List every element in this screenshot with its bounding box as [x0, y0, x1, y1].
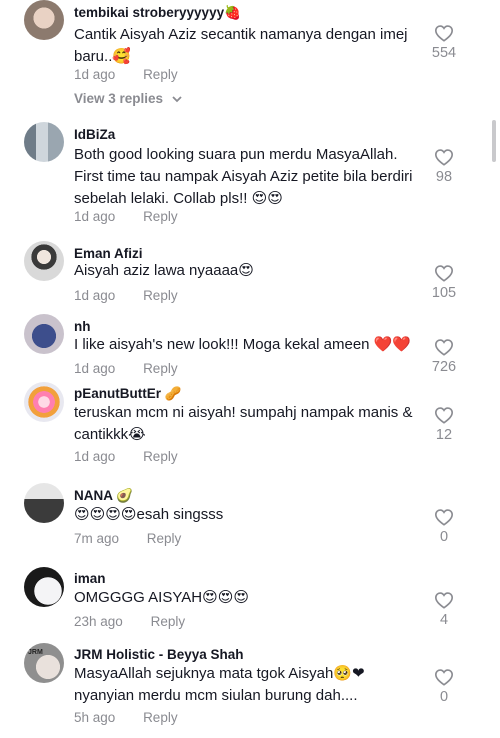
avatar[interactable] — [24, 567, 64, 607]
reply-button[interactable]: Reply — [143, 288, 178, 303]
comment-time: 1d ago — [74, 361, 116, 376]
avatar[interactable] — [24, 0, 64, 40]
comment-username[interactable]: IdBiZa — [74, 127, 115, 142]
comment-text-line: First time tau nampak Aisyah Aziz petite… — [74, 168, 413, 185]
heart-icon — [434, 339, 454, 356]
comment-text-line: baru..🥰 — [74, 48, 132, 65]
comment-username[interactable]: JRM Holistic - Beyya Shah — [74, 647, 244, 662]
like-count: 0 — [439, 529, 449, 545]
avatar[interactable] — [24, 382, 64, 422]
comment-text-line: Aisyah aziz lawa nyaaaa😍 — [74, 262, 254, 279]
comment-text: MasyaAllah sejuknya mata tgok Aisyah🥺❤ n… — [74, 663, 424, 707]
comment-time: 1d ago — [74, 449, 116, 464]
like-button[interactable]: 554 — [424, 24, 464, 61]
comment-text: I like aisyah's new look!!! Moga kekal a… — [74, 334, 424, 356]
comment-username[interactable]: NANA 🥑 — [74, 488, 133, 504]
like-count: 726 — [431, 359, 457, 375]
comment-time: 1d ago — [74, 209, 116, 224]
reply-button[interactable]: Reply — [143, 449, 178, 464]
heart-icon — [434, 592, 454, 609]
comment-text-line: 😍😍😍😍esah singsss — [74, 506, 224, 523]
comment-username[interactable]: Eman Afizi — [74, 246, 143, 261]
avatar-badge-text: JRM — [28, 649, 43, 656]
comment-text-line: MasyaAllah sejuknya mata tgok Aisyah🥺❤ — [74, 665, 365, 682]
comment-time: 1d ago — [74, 288, 116, 303]
like-count: 105 — [431, 285, 457, 301]
like-button[interactable]: 12 — [424, 406, 464, 443]
like-button[interactable]: 0 — [424, 668, 464, 705]
reply-button[interactable]: Reply — [143, 209, 178, 224]
heart-icon — [434, 509, 454, 526]
reply-button[interactable]: Reply — [143, 710, 178, 725]
avatar[interactable] — [24, 122, 64, 162]
heart-icon — [434, 669, 454, 686]
comment-text-line: OMGGGG AISYAH😍😍😍 — [74, 589, 249, 606]
chevron-down-icon — [172, 96, 182, 103]
comment-text: teruskan mcm ni aisyah! sumpahj nampak m… — [74, 402, 424, 446]
heart-icon — [434, 25, 454, 42]
comment-meta: 1d ago Reply — [74, 67, 178, 82]
like-count: 98 — [435, 169, 453, 185]
comment-username[interactable]: tembikai stroberyyyyyy🍓 — [74, 5, 241, 21]
comment-text-line: I like aisyah's new look!!! Moga kekal a… — [74, 336, 412, 353]
heart-icon — [434, 265, 454, 282]
comment-text: Aisyah aziz lawa nyaaaa😍 — [74, 260, 424, 282]
like-button[interactable]: 105 — [424, 264, 464, 301]
like-count: 554 — [431, 45, 457, 61]
comment-text-line: sebelah lelaki. Collab pls!! 😍😍 — [74, 190, 283, 207]
avatar[interactable]: JRM — [24, 643, 64, 683]
comment-text-line: Both good looking suara pun merdu MasyaA… — [74, 146, 398, 163]
like-count: 4 — [439, 612, 449, 628]
comment-text-line: cantikkk😭 — [74, 426, 146, 443]
avatar[interactable] — [24, 314, 64, 354]
like-count: 12 — [435, 427, 453, 443]
comment-time: 1d ago — [74, 67, 116, 82]
comment-meta: 5h ago Reply — [74, 710, 178, 725]
comment-text-line: nyanyian merdu mcm siulan burung dah.... — [74, 687, 358, 704]
like-button[interactable]: 4 — [424, 591, 464, 628]
comment-text-line: teruskan mcm ni aisyah! sumpahj nampak m… — [74, 404, 413, 421]
comment-text: 😍😍😍😍esah singsss — [74, 504, 424, 526]
scrollbar[interactable] — [492, 120, 496, 162]
reply-button[interactable]: Reply — [147, 531, 182, 546]
avatar[interactable] — [24, 483, 64, 523]
reply-button[interactable]: Reply — [143, 67, 178, 82]
comment-text-line: Cantik Aisyah Aziz secantik namanya deng… — [74, 26, 408, 43]
reply-button[interactable]: Reply — [151, 614, 186, 629]
comment-meta: 23h ago Reply — [74, 614, 185, 629]
view-replies-button[interactable]: View 3 replies — [74, 91, 183, 106]
comment-meta: 1d ago Reply — [74, 361, 178, 376]
comment-username[interactable]: nh — [74, 319, 91, 334]
comment-username[interactable]: iman — [74, 571, 106, 586]
reply-button[interactable]: Reply — [143, 361, 178, 376]
comment-text: Both good looking suara pun merdu MasyaA… — [74, 144, 424, 210]
like-count: 0 — [439, 689, 449, 705]
comment-text: OMGGGG AISYAH😍😍😍 — [74, 587, 424, 609]
comment-time: 7m ago — [74, 531, 120, 546]
like-button[interactable]: 98 — [424, 148, 464, 185]
like-button[interactable]: 0 — [424, 508, 464, 545]
heart-icon — [434, 407, 454, 424]
comment-time: 23h ago — [74, 614, 123, 629]
heart-icon — [434, 149, 454, 166]
like-button[interactable]: 726 — [424, 338, 464, 375]
comment-meta: 1d ago Reply — [74, 288, 178, 303]
avatar[interactable] — [24, 241, 64, 281]
comment-text: Cantik Aisyah Aziz secantik namanya deng… — [74, 24, 424, 68]
view-replies-label: View 3 replies — [74, 91, 164, 106]
comment-meta: 7m ago Reply — [74, 531, 181, 546]
comment-meta: 1d ago Reply — [74, 449, 178, 464]
comment-meta: 1d ago Reply — [74, 209, 178, 224]
comment-time: 5h ago — [74, 710, 116, 725]
comment-username[interactable]: pEanutButtEr 🥜 — [74, 386, 182, 402]
